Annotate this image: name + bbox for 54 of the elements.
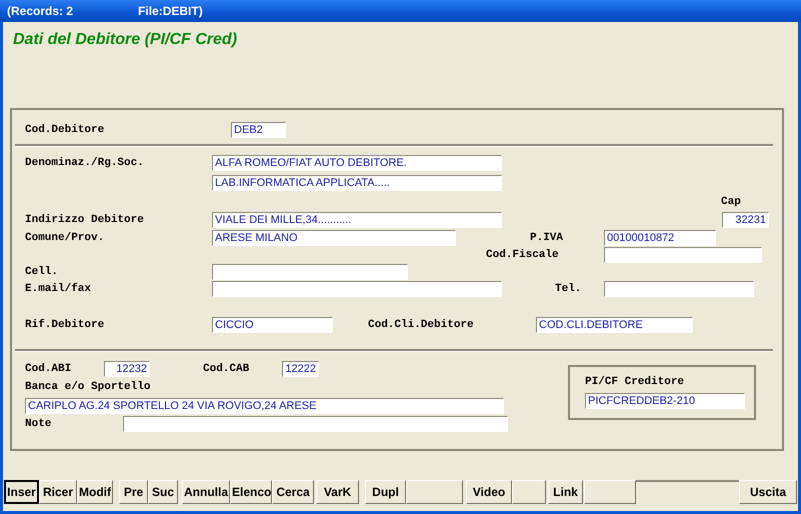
toolbar-button[interactable] xyxy=(406,480,463,504)
field-label: Cod.Fiscale xyxy=(486,248,560,260)
toolbar-button[interactable]: Elenco xyxy=(230,480,272,504)
field-label: Note xyxy=(25,418,52,430)
input-field[interactable]: ALFA ROMEO/FIAT AUTO DEBITORE. xyxy=(212,154,502,170)
field-label: P.IVA xyxy=(530,232,564,244)
field-label: Banca e/o Sportello xyxy=(25,380,150,392)
field-label: Tel. xyxy=(555,282,582,294)
field-label: Cell. xyxy=(25,266,60,278)
input-field[interactable]: CARIPLO AG.24 SPORTELLO 24 VIA ROVIGO,24 ARESE xyxy=(25,398,504,414)
toolbar-button[interactable]: Suc xyxy=(148,480,178,504)
toolbar-button[interactable]: Annulla xyxy=(182,480,230,504)
field-label: PI/CF Creditore xyxy=(585,376,686,388)
input-field[interactable] xyxy=(123,416,508,432)
toolbar-button[interactable] xyxy=(512,480,546,504)
toolbar-button[interactable]: Uscita xyxy=(739,480,797,504)
input-field[interactable]: 12232 xyxy=(104,360,150,376)
input-field[interactable] xyxy=(212,264,408,280)
input-field[interactable]: 00100010872 xyxy=(604,230,716,246)
toolbar-button[interactable]: Pre xyxy=(119,480,148,504)
input-field[interactable]: VIALE DEI MILLE,34........... xyxy=(212,212,502,228)
toolbar-button[interactable] xyxy=(584,480,636,504)
field-label: Cod.ABI xyxy=(25,362,72,374)
input-field[interactable]: LAB.INFORMATICA APPLICATA..... xyxy=(212,174,502,190)
input-field[interactable]: ARESE MILANO xyxy=(212,230,456,246)
field-label: Indirizzo Debitore xyxy=(25,214,145,226)
input-field[interactable] xyxy=(604,246,762,262)
input-field[interactable] xyxy=(604,280,754,296)
field-label: Denominaz./Rg.Soc. xyxy=(25,156,145,168)
toolbar-button[interactable]: Inser xyxy=(4,480,39,504)
toolbar-button[interactable]: VarK xyxy=(316,480,359,504)
form-heading: Dati del Debitore (PI/CF Cred) xyxy=(13,31,238,50)
toolbar-button[interactable]: Ricer xyxy=(39,480,77,504)
field-label: Cod.Cli.Debitore xyxy=(368,318,475,330)
field-label: E.mail/fax xyxy=(25,282,92,294)
input-field[interactable] xyxy=(212,280,502,296)
field-label: Cap xyxy=(721,196,741,208)
input-field[interactable]: 12222 xyxy=(282,360,319,376)
window-title: (Records: 2 xyxy=(7,4,74,18)
window-title: File:DEBIT) xyxy=(138,4,203,18)
input-field[interactable]: CICCIO xyxy=(212,316,333,332)
toolbar-button[interactable]: Cerca xyxy=(272,480,314,504)
input-field[interactable]: 32231 xyxy=(722,212,769,228)
field-label: Cod.Debitore xyxy=(25,124,106,136)
input-field[interactable]: COD.CLI.DEBITORE xyxy=(536,316,693,332)
input-field[interactable]: PICFCREDDEB2-210 xyxy=(585,393,745,409)
toolbar-button[interactable]: Dupl xyxy=(365,480,406,504)
field-label: Cod.CAB xyxy=(203,362,250,374)
field-label: Comune/Prov. xyxy=(25,232,106,244)
field-label: Rif.Debitore xyxy=(25,318,106,330)
toolbar-button[interactable]: Video xyxy=(466,480,512,504)
input-field[interactable]: DEB2 xyxy=(231,122,286,138)
toolbar-button[interactable]: Modif xyxy=(77,480,113,504)
toolbar-button[interactable]: Link xyxy=(548,480,583,504)
